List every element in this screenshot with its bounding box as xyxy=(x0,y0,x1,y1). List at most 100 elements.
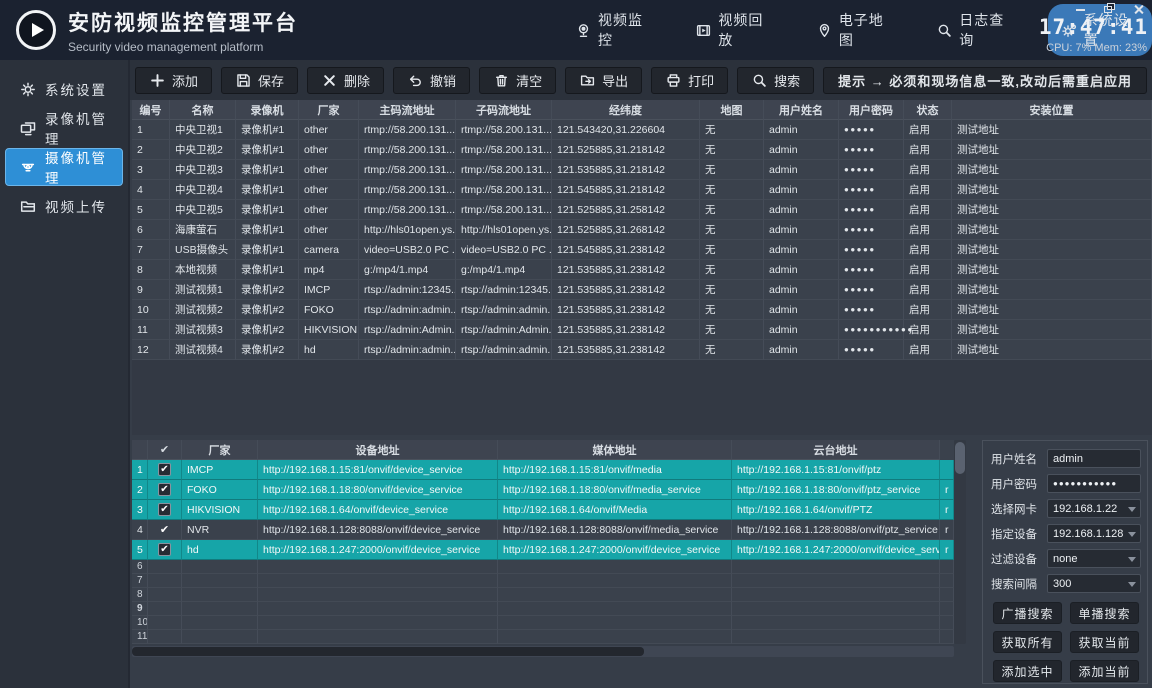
checkbox[interactable]: ✔ xyxy=(158,503,171,516)
cell: 121.545885,31.238142 xyxy=(552,240,700,260)
form-field-指定设备: 指定设备192.168.1.128 xyxy=(991,524,1141,543)
cell: other xyxy=(299,200,359,220)
table-row[interactable]: 8本地视频录像机#1mp4g:/mp4/1.mp4g:/mp4/1.mp4121… xyxy=(132,260,1152,280)
toolbar-button-label: 导出 xyxy=(602,71,628,90)
device-table-hscrollbar[interactable] xyxy=(132,646,954,657)
app-window: 安防视频监控管理平台 Security video management pla… xyxy=(0,0,1152,688)
cell: rtsp://admin:Admin... xyxy=(359,320,456,340)
cell: g:/mp4/1.mp4 xyxy=(456,260,552,280)
cell: rtsp://admin:Admin... xyxy=(456,320,552,340)
cell: 启用 xyxy=(904,140,952,160)
cell: 录像机#2 xyxy=(236,300,299,320)
cell: 地图 xyxy=(700,100,764,120)
vendor-cell: hd xyxy=(182,540,258,560)
app-titles: 安防视频监控管理平台 Security video management pla… xyxy=(68,7,298,54)
cell: 启用 xyxy=(904,300,952,320)
cell: ●●●●● xyxy=(839,180,904,200)
table-row[interactable]: 10测试视频2录像机#2FOKOrtsp://admin:admin...rts… xyxy=(132,300,1152,320)
device-row-empty[interactable]: 6 xyxy=(132,560,954,574)
table-row[interactable]: 12测试视频4录像机#2hdrtsp://admin:admin...rtsp:… xyxy=(132,340,1152,360)
close-button[interactable] xyxy=(1132,3,1146,15)
panel-button-添加选中[interactable]: 添加选中 xyxy=(993,660,1062,682)
cell: 用户密码 xyxy=(839,100,904,120)
toolbar-button-删除[interactable]: 删除 xyxy=(307,67,384,94)
cell: admin xyxy=(764,220,839,240)
panel-button-添加当前[interactable]: 添加当前 xyxy=(1070,660,1139,682)
table-row[interactable]: 5中央卫视5录像机#1otherrtmp://58.200.131....rtm… xyxy=(132,200,1152,220)
restore-button[interactable] xyxy=(1103,3,1117,15)
cell xyxy=(132,440,148,460)
cell: 启用 xyxy=(904,200,952,220)
select-搜索间隔[interactable]: 300 xyxy=(1047,574,1141,593)
cell: 状态 xyxy=(904,100,952,120)
sidebar-item-摄像机管理[interactable]: 摄像机管理 xyxy=(5,148,123,186)
cell: 测试地址 xyxy=(952,340,1152,360)
cell: 121.535885,31.238142 xyxy=(552,300,700,320)
table-row[interactable]: 4中央卫视4录像机#1otherrtmp://58.200.131....rtm… xyxy=(132,180,1152,200)
sidebar-item-label: 系统设置 xyxy=(45,79,107,99)
select-选择网卡[interactable]: 192.168.1.22 xyxy=(1047,499,1141,518)
toolbar-button-保存[interactable]: 保存 xyxy=(221,67,298,94)
cell: 厂家 xyxy=(182,440,258,460)
nav-item-电子地图[interactable]: 电子地图 xyxy=(807,4,903,56)
cell xyxy=(498,574,732,588)
device-row[interactable]: 1✔IMCPhttp://192.168.1.15:81/onvif/devic… xyxy=(132,460,954,480)
nav-item-视频监控[interactable]: 视频监控 xyxy=(566,4,662,56)
device-row[interactable]: 4✔NVRhttp://192.168.1.128:8088/onvif/dev… xyxy=(132,520,954,540)
device-row-empty[interactable]: 10 xyxy=(132,616,954,630)
toolbar-button-添加[interactable]: 添加 xyxy=(135,67,212,94)
toolbar-button-清空[interactable]: 清空 xyxy=(479,67,556,94)
device-row-empty[interactable]: 7 xyxy=(132,574,954,588)
cell: 1 xyxy=(132,120,170,140)
cell: 启用 xyxy=(904,160,952,180)
toolbar-button-导出[interactable]: 导出 xyxy=(565,67,642,94)
cell xyxy=(498,630,732,644)
cell: 无 xyxy=(700,240,764,260)
table-row[interactable]: 1中央卫视1录像机#1otherrtmp://58.200.131....rtm… xyxy=(132,120,1152,140)
minimize-button[interactable] xyxy=(1074,3,1088,15)
table-row[interactable]: 9测试视频1录像机#2IMCPrtsp://admin:12345...rtsp… xyxy=(132,280,1152,300)
panel-button-广播搜索[interactable]: 广播搜索 xyxy=(993,602,1062,624)
sidebar-item-录像机管理[interactable]: 录像机管理 xyxy=(5,109,123,147)
checkbox[interactable]: ✔ xyxy=(158,483,171,496)
cell: http://hls01open.ys... xyxy=(359,220,456,240)
select-指定设备[interactable]: 192.168.1.128 xyxy=(1047,524,1141,543)
sidebar-item-系统设置[interactable]: 系统设置 xyxy=(5,70,123,108)
clipped-cell: r xyxy=(940,520,954,540)
table-row[interactable]: 7USB摄像头录像机#1cameravideo=USB2.0 PC ...vid… xyxy=(132,240,1152,260)
device-row-empty[interactable]: 11 xyxy=(132,630,954,644)
table-row[interactable]: 6海康萤石录像机#1otherhttp://hls01open.ys...htt… xyxy=(132,220,1152,240)
check-icon[interactable]: ✔ xyxy=(160,523,169,536)
device-row-empty[interactable]: 8 xyxy=(132,588,954,602)
nav-item-视频回放[interactable]: 视频回放 xyxy=(686,4,782,56)
device-row[interactable]: 3✔HIKVISIONhttp://192.168.1.64/onvif/dev… xyxy=(132,500,954,520)
input-用户密码[interactable]: ●●●●●●●●●●● xyxy=(1047,474,1141,493)
table-row[interactable]: 11测试视频3录像机#2HIKVISIONrtsp://admin:Admin.… xyxy=(132,320,1152,340)
hscrollbar-thumb[interactable] xyxy=(132,647,644,656)
device-row-empty[interactable]: 9 xyxy=(132,602,954,616)
toolbar-button-搜索[interactable]: 搜索 xyxy=(737,67,814,94)
vscrollbar-thumb[interactable] xyxy=(955,442,965,474)
panel-button-获取当前[interactable]: 获取当前 xyxy=(1070,631,1139,653)
checkbox[interactable]: ✔ xyxy=(158,543,171,556)
toolbar-button-撤销[interactable]: 撤销 xyxy=(393,67,470,94)
field-label: 用户姓名 xyxy=(991,451,1041,467)
clock: 17:47:41 xyxy=(1039,15,1148,39)
device-row[interactable]: 2✔FOKOhttp://192.168.1.18:80/onvif/devic… xyxy=(132,480,954,500)
panel-button-获取所有[interactable]: 获取所有 xyxy=(993,631,1062,653)
sidebar-item-视频上传[interactable]: 视频上传 xyxy=(5,187,123,225)
table-row[interactable]: 3中央卫视3录像机#1otherrtmp://58.200.131....rtm… xyxy=(132,160,1152,180)
table-row[interactable]: 2中央卫视2录像机#1otherrtmp://58.200.131....rtm… xyxy=(132,140,1152,160)
checkbox[interactable]: ✔ xyxy=(158,463,171,476)
cell: rtsp://admin:admin... xyxy=(456,300,552,320)
input-用户姓名[interactable]: admin xyxy=(1047,449,1141,468)
cell: 海康萤石 xyxy=(170,220,236,240)
panel-button-单播搜索[interactable]: 单播搜索 xyxy=(1070,602,1139,624)
device-row[interactable]: 5✔hdhttp://192.168.1.247:2000/onvif/devi… xyxy=(132,540,954,560)
cell: 测试地址 xyxy=(952,220,1152,240)
nav-item-日志查询[interactable]: 日志查询 xyxy=(927,4,1023,56)
select-过滤设备[interactable]: none xyxy=(1047,549,1141,568)
toolbar-button-打印[interactable]: 打印 xyxy=(651,67,728,94)
cell xyxy=(732,574,940,588)
device-table-vscrollbar[interactable] xyxy=(954,440,966,644)
